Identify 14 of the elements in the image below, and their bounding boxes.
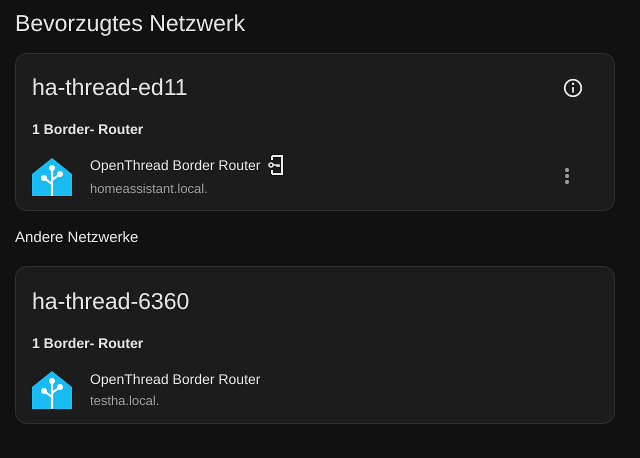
router-host: homeassistant.local. <box>90 181 209 196</box>
router-count: 1 Border- Router <box>32 335 144 351</box>
router-host: testha.local. <box>90 392 160 408</box>
info-button[interactable] <box>562 76 584 98</box>
router-name: OpenThread Border Router <box>90 370 260 386</box>
router-name: OpenThread Border Router <box>90 157 260 173</box>
home-logo-icon <box>32 156 72 196</box>
network-name: ha-thread-ed11 <box>32 74 188 101</box>
page-title: Bevorzugtes Netzwerk <box>15 10 246 37</box>
more-menu-button[interactable] <box>564 166 570 184</box>
router-count: 1 Border- Router <box>32 121 144 137</box>
network-name: ha-thread-6360 <box>32 288 190 314</box>
section-heading: Andere Netzwerke <box>15 229 140 246</box>
home-logo-icon <box>32 369 72 409</box>
